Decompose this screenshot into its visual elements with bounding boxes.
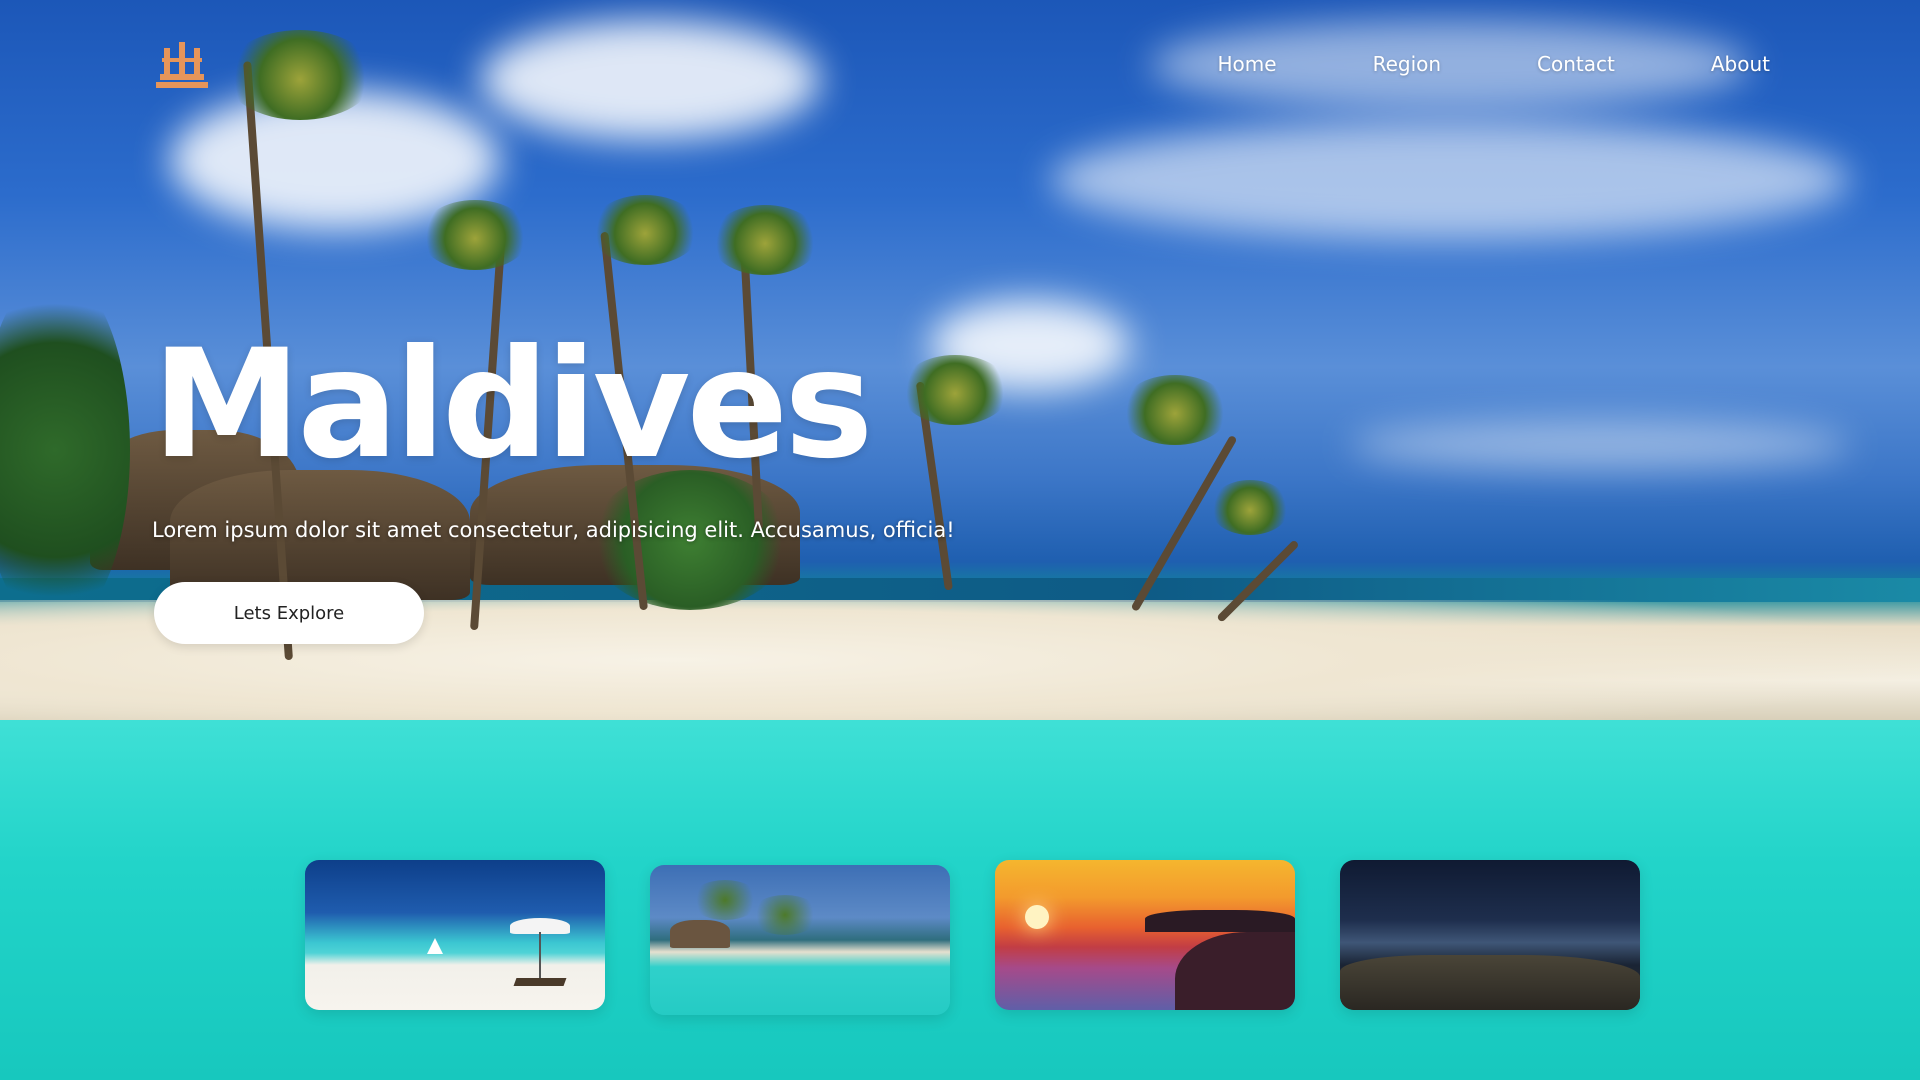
palm-crown — [1210, 480, 1290, 535]
palm-crown — [225, 30, 375, 120]
nav-region[interactable]: Region — [1373, 52, 1441, 76]
destination-gallery — [305, 860, 1640, 1015]
sunset-shore-card[interactable] — [995, 860, 1295, 1010]
hero-title: Maldives — [152, 318, 873, 492]
nav-home[interactable]: Home — [1218, 52, 1277, 76]
cloud — [480, 20, 820, 140]
sailboat-icon — [427, 938, 443, 954]
thatched-hut — [670, 920, 730, 948]
beach-umbrella-card[interactable] — [305, 860, 605, 1010]
night-coast-card[interactable] — [1340, 860, 1640, 1010]
lets-explore-button[interactable]: Lets Explore — [154, 582, 424, 644]
shoreline — [1175, 932, 1295, 1010]
hero-subtitle: Lorem ipsum dolor sit amet consectetur, … — [152, 518, 955, 542]
sun-icon — [1025, 905, 1049, 929]
palm-crown — [900, 355, 1010, 425]
hero-background: Home Region Contact About Maldives Lorem… — [0, 0, 1920, 1080]
palm-crown — [590, 195, 700, 265]
palm-crown — [420, 200, 530, 270]
umbrella-pole — [539, 932, 541, 980]
treeline — [1145, 910, 1295, 932]
cloud — [1350, 420, 1850, 470]
cloud — [1050, 120, 1850, 240]
palm-resort-card[interactable] — [650, 865, 950, 1015]
nav-about[interactable]: About — [1711, 52, 1770, 76]
palm-crown — [1120, 375, 1230, 445]
nav-contact[interactable]: Contact — [1537, 52, 1615, 76]
lounge-chair — [513, 978, 567, 986]
rocky-shore — [1340, 955, 1640, 1010]
tropical-foliage — [0, 270, 130, 630]
temple-logo-svg — [156, 42, 208, 88]
temple-logo-icon[interactable] — [152, 40, 212, 90]
main-nav: Home Region Contact About — [1218, 52, 1770, 76]
palm-crown — [710, 205, 820, 275]
palm-crown — [750, 895, 820, 935]
